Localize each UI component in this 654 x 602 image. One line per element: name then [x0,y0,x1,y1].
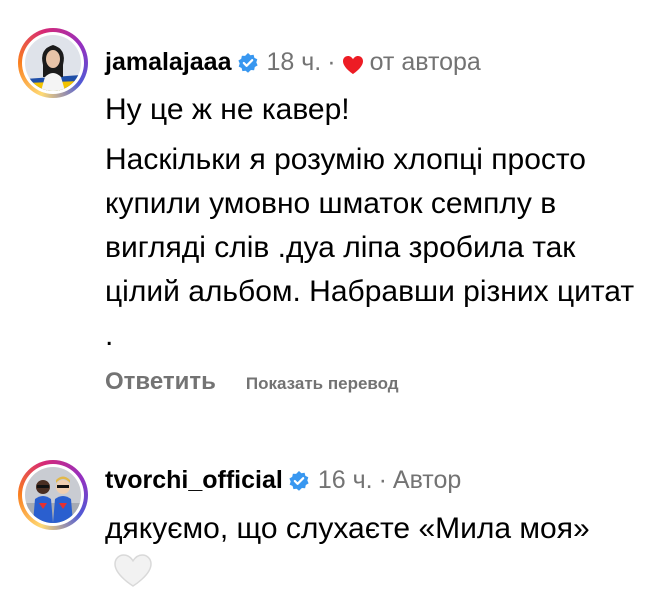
heart-icon [342,52,364,74]
comment-paragraph: Ну це ж не кавер! [105,93,350,126]
verified-badge-icon [288,469,310,491]
comment-header: tvorchi_official 16 ч. · Автор [105,465,461,495]
username[interactable]: jamalajaaa [105,47,232,77]
avatar-tvorchi-official[interactable] [18,460,88,530]
comment-actions: Ответить Показать перевод [105,368,399,396]
separator-dot: · [327,48,336,76]
comment-time: 16 ч. [317,466,373,494]
comment-paragraph: Наскільки я розумію хлопці просто купили… [105,143,635,352]
verified-badge-icon [237,51,259,73]
comment-paragraph: дякуємо, що слухаєте «Мила моя» [105,512,590,545]
separator-dot: · [378,466,387,494]
white-heart-emoji-icon [113,553,153,589]
author-label: Автор [392,466,462,494]
comment-time: 18 ч. [266,48,322,76]
comment-text: Ну це ж не кавер! Наскільки я розумію хл… [105,88,645,358]
comment-text: дякуємо, що слухаєте «Мила моя» [105,507,625,595]
username[interactable]: tvorchi_official [105,465,283,495]
reply-button[interactable]: Ответить [105,368,216,396]
liked-by-author-label: от автора [369,48,481,76]
comment-header: jamalajaaa 18 ч. · от автора [105,47,481,77]
avatar-jamalajaaa[interactable] [18,28,88,98]
show-translation-button[interactable]: Показать перевод [246,374,399,394]
